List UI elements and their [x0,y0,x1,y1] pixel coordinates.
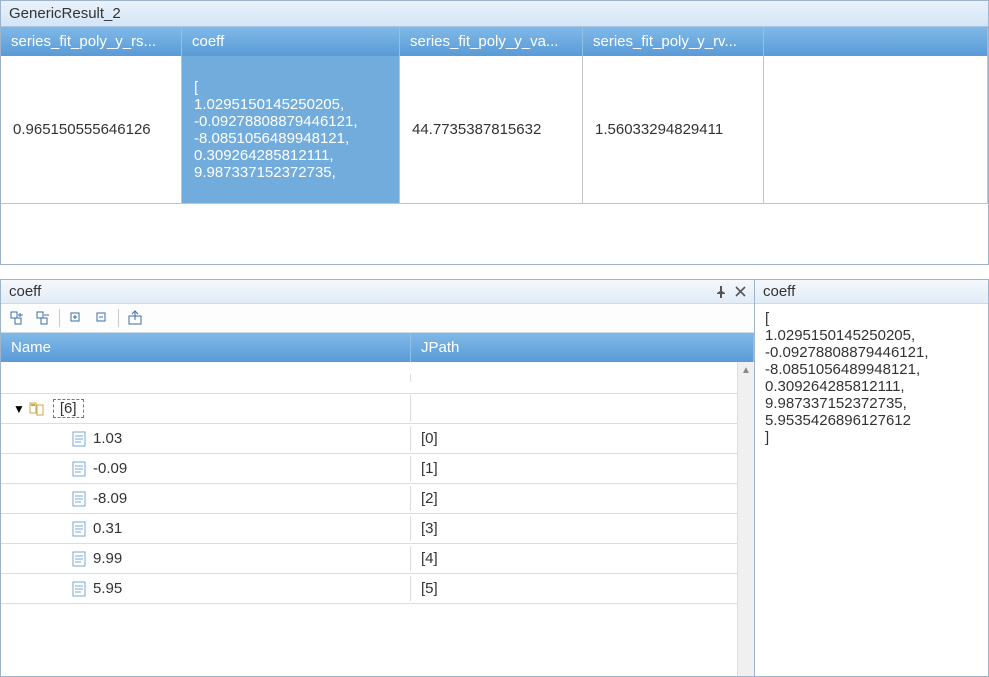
column-header-empty [764,27,988,56]
value-icon [71,521,87,537]
grid-cell[interactable]: 0.965150555646126 [1,56,182,204]
detail-panel: coeff [ 1.0295150145250205, -0.092788088… [755,279,989,677]
tree-item-jpath: [4] [411,546,754,571]
tree-item-jpath: [3] [411,516,754,541]
tree-blank-row [1,362,754,394]
collapse-all-icon[interactable] [33,308,53,328]
value-icon [71,551,87,567]
collapse-arrow-icon[interactable]: ▼ [13,402,25,416]
detail-text[interactable]: [ 1.0295150145250205, -0.092788088794461… [755,304,988,676]
tree-panel: coeff [0,279,755,677]
tree-item-value: 1.03 [93,430,122,447]
column-header[interactable]: coeff [182,27,400,56]
column-header[interactable]: series_fit_poly_y_rv... [583,27,764,56]
pin-icon[interactable] [715,286,727,298]
tree-root-label: [6] [53,399,84,418]
tree-item-value: -8.09 [93,490,127,507]
close-icon[interactable] [735,286,746,297]
collapse-node-icon[interactable] [92,308,112,328]
tree-body: ▼ [6] 1.03 [0] [1,362,754,676]
tree-item-row[interactable]: 9.99 [4] [1,544,754,574]
column-header[interactable]: series_fit_poly_y_rs... [1,27,182,56]
detail-panel-title: coeff [755,280,988,304]
toolbar-separator [118,309,119,327]
grid-cell[interactable]: 1.56033294829411 [583,56,764,204]
toolbar-separator [59,309,60,327]
value-icon [71,431,87,447]
grid-cell-empty [764,56,988,204]
export-icon[interactable] [125,308,145,328]
tree-item-jpath: [0] [411,426,754,451]
tree-item-row[interactable]: 5.95 [5] [1,574,754,604]
tree-item-jpath: [2] [411,486,754,511]
result-grid-panel: GenericResult_2 series_fit_poly_y_rs... … [0,0,989,265]
tree-panel-title: coeff [1,280,754,304]
scroll-up-icon[interactable]: ▲ [738,362,754,379]
tree-item-row[interactable]: -0.09 [1] [1,454,754,484]
tree-item-row[interactable]: 1.03 [0] [1,424,754,454]
grid-cell[interactable]: 44.7735387815632 [400,56,583,204]
tree-item-value: 0.31 [93,520,122,537]
tree-item-jpath: [1] [411,456,754,481]
tree-item-value: 9.99 [93,550,122,567]
vertical-scrollbar[interactable]: ▲ [737,362,754,676]
grid-header: series_fit_poly_y_rs... coeff series_fit… [1,27,988,56]
value-icon [71,491,87,507]
tree-item-value: -0.09 [93,460,127,477]
expand-all-icon[interactable] [7,308,27,328]
bottom-area: coeff [0,279,989,677]
tree-column-jpath[interactable]: JPath [411,333,754,362]
column-header[interactable]: series_fit_poly_y_va... [400,27,583,56]
detail-panel-title-text: coeff [763,283,795,300]
expand-node-icon[interactable] [66,308,86,328]
tree-panel-title-text: coeff [9,283,41,300]
value-icon [71,461,87,477]
tree-item-jpath: [5] [411,576,754,601]
array-icon [29,401,45,417]
grid-cell-selected[interactable]: [ 1.0295150145250205, -0.092788088794461… [182,56,400,204]
panel-title: GenericResult_2 [1,1,988,27]
grid-row[interactable]: 0.965150555646126 [ 1.0295150145250205, … [1,56,988,204]
tree-column-name[interactable]: Name [1,333,411,362]
tree-header: Name JPath [1,333,754,362]
tree-item-row[interactable]: 0.31 [3] [1,514,754,544]
tree-item-value: 5.95 [93,580,122,597]
value-icon [71,581,87,597]
tree-root-row[interactable]: ▼ [6] [1,394,754,424]
tree-item-row[interactable]: -8.09 [2] [1,484,754,514]
tree-toolbar [1,304,754,333]
